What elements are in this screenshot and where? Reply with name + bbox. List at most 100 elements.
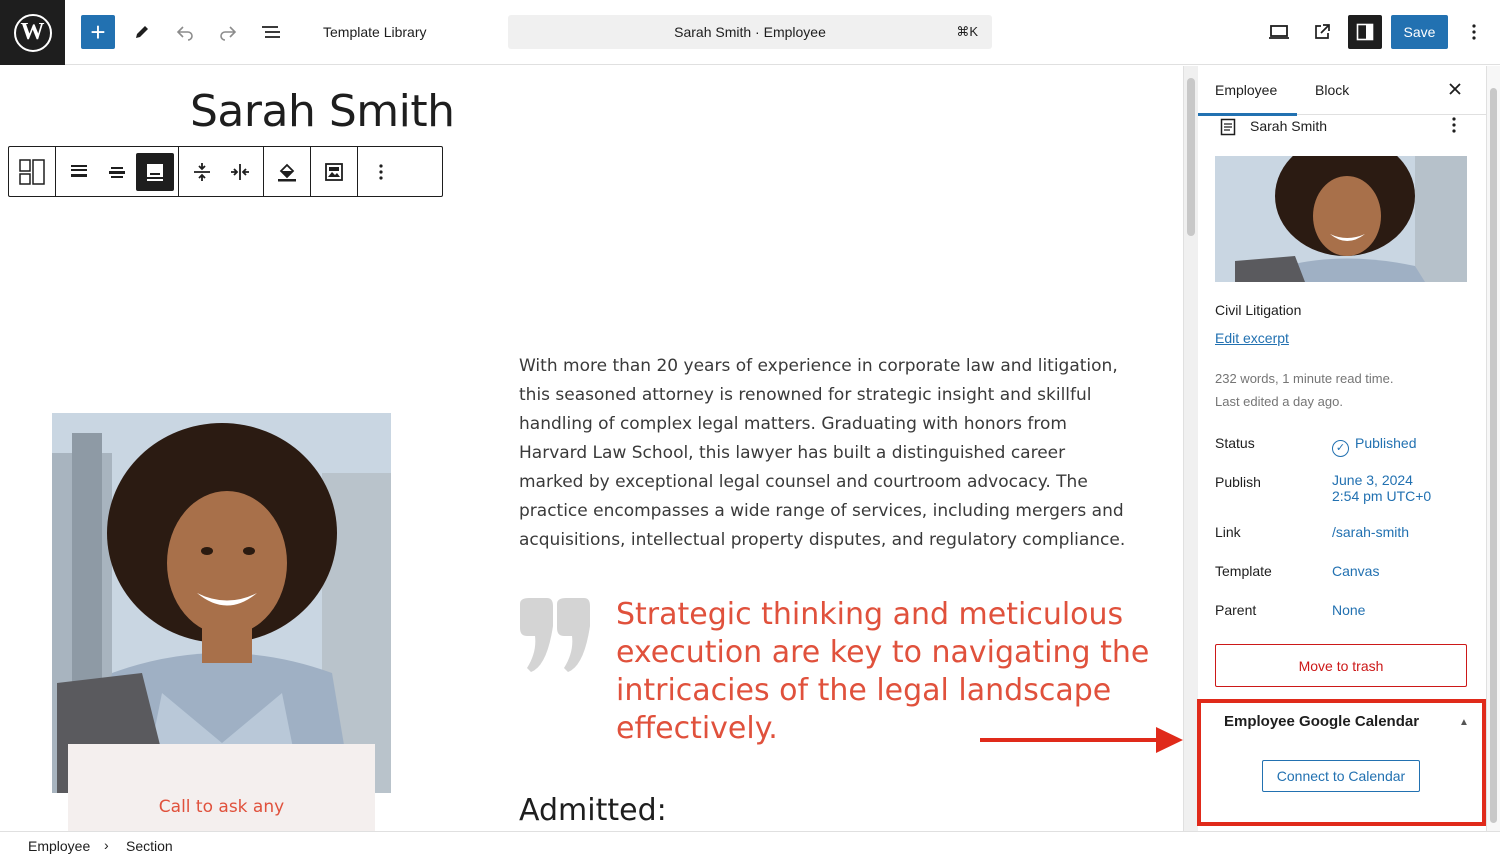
chevron-right-icon: ›: [104, 837, 109, 853]
media-group: [311, 147, 358, 196]
align-top-icon: [71, 164, 87, 177]
align-top-button[interactable]: [60, 153, 98, 191]
view-button[interactable]: [1262, 15, 1296, 49]
more-vertical-icon: [1452, 117, 1456, 133]
desktop-view-icon: [1269, 25, 1289, 39]
tab-block[interactable]: Block: [1315, 82, 1349, 98]
paint-bucket-icon: [278, 163, 296, 181]
page-title[interactable]: Sarah Smith: [190, 86, 455, 137]
sidebar-tabs: Employee Block: [1198, 66, 1500, 116]
active-tab-indicator: [1198, 113, 1297, 116]
cta-text[interactable]: Call to ask any: [68, 797, 375, 817]
quote-mark-icon: [520, 598, 590, 672]
settings-panel-button[interactable]: [1348, 15, 1382, 49]
plus-icon: +: [90, 17, 106, 47]
redo-icon: [220, 26, 237, 41]
check-circle-icon: ✓: [1332, 440, 1349, 457]
sidebar-toggle-icon: [1356, 23, 1374, 41]
document-icon: [1220, 118, 1236, 136]
editor-canvas[interactable]: Sarah Smith Call to ask any With more th…: [0, 66, 1183, 831]
template-label: Template: [1215, 563, 1272, 579]
image-icon: [325, 162, 343, 181]
portrait-illustration: [52, 413, 391, 793]
employee-google-calendar-panel: Employee Google Calendar ▲ Connect to Ca…: [1197, 699, 1486, 826]
more-vertical-icon: [379, 163, 383, 180]
block-options-button[interactable]: [362, 153, 400, 191]
options-button[interactable]: [1457, 15, 1491, 49]
stretch-vertical-icon: [194, 162, 210, 181]
parent-label: Parent: [1215, 602, 1257, 618]
breadcrumb-section[interactable]: Section: [126, 838, 173, 854]
move-to-trash-button[interactable]: Move to trash: [1215, 644, 1467, 687]
undo-icon: [176, 26, 193, 41]
canvas-scrollbar-thumb[interactable]: [1187, 78, 1195, 236]
close-sidebar-button[interactable]: [1448, 80, 1462, 101]
tools-button[interactable]: [125, 15, 159, 49]
more-vertical-icon: [1472, 24, 1476, 40]
replace-image-button[interactable]: [315, 153, 353, 191]
connect-to-calendar-button[interactable]: Connect to Calendar: [1262, 760, 1420, 792]
close-icon: [1449, 83, 1461, 95]
parent-value[interactable]: None: [1332, 602, 1365, 618]
align-middle-icon: [109, 166, 125, 178]
block-breadcrumb: Employee › Section: [0, 831, 1500, 858]
align-bottom-icon: [147, 163, 163, 181]
collapse-panel-icon[interactable]: ▲: [1459, 717, 1469, 728]
view-post-button[interactable]: [1305, 15, 1339, 49]
add-block-button[interactable]: +: [81, 15, 115, 49]
template-value[interactable]: Canvas: [1332, 563, 1379, 579]
align-bottom-button[interactable]: [136, 152, 174, 191]
admitted-heading[interactable]: Admitted:: [519, 793, 667, 828]
command-palette-bar[interactable]: Sarah Smith · Employee ⌘K: [508, 15, 992, 49]
tab-employee[interactable]: Employee: [1215, 82, 1277, 98]
alignment-group: [56, 147, 179, 196]
publish-value[interactable]: June 3, 2024 2:54 pm UTC+0: [1332, 472, 1431, 504]
template-library-label[interactable]: Template Library: [323, 24, 427, 40]
status-value[interactable]: ✓ Published: [1332, 435, 1417, 457]
horizontal-spacing-button[interactable]: [221, 153, 259, 191]
featured-image-illustration: [1215, 156, 1467, 282]
featured-image[interactable]: [1215, 156, 1467, 282]
external-link-icon: [1315, 24, 1330, 39]
options-group: [358, 147, 404, 196]
command-shortcut: ⌘K: [956, 24, 978, 39]
breadcrumb-employee[interactable]: Employee: [28, 838, 90, 854]
save-button[interactable]: Save: [1391, 15, 1448, 49]
cta-card: Call to ask any: [68, 744, 375, 831]
wordpress-logo-button[interactable]: W: [0, 0, 65, 65]
employee-portrait-image[interactable]: [52, 413, 391, 793]
canvas-scrollbar[interactable]: [1183, 66, 1198, 831]
columns-layout-icon: [19, 158, 45, 185]
color-group: [264, 147, 311, 196]
bio-paragraph[interactable]: With more than 20 years of experience in…: [519, 352, 1129, 555]
publish-date: June 3, 2024: [1332, 472, 1413, 488]
publish-label: Publish: [1215, 474, 1261, 490]
vertical-spacing-button[interactable]: [183, 153, 221, 191]
spacing-group: [179, 147, 264, 196]
red-arrow-annotation: [980, 727, 1183, 753]
link-label: Link: [1215, 524, 1241, 540]
align-middle-button[interactable]: [98, 153, 136, 191]
wordpress-logo-icon: W: [13, 13, 52, 52]
word-count: 232 words, 1 minute read time.: [1215, 371, 1394, 386]
edit-excerpt-link[interactable]: Edit excerpt: [1215, 330, 1289, 346]
link-value[interactable]: /sarah-smith: [1332, 524, 1409, 540]
sidebar-scrollbar[interactable]: [1486, 66, 1500, 831]
document-overview-button[interactable]: [254, 15, 288, 49]
post-actions-button[interactable]: [1451, 116, 1457, 139]
command-title: Sarah Smith · Employee: [674, 24, 826, 40]
last-edited: Last edited a day ago.: [1215, 394, 1343, 409]
gcal-panel-title[interactable]: Employee Google Calendar: [1224, 711, 1424, 732]
post-meta: 232 words, 1 minute read time. Last edit…: [1215, 367, 1393, 413]
sidebar-scrollbar-thumb[interactable]: [1490, 88, 1497, 823]
list-view-icon: [262, 26, 280, 38]
category-label: Civil Litigation: [1215, 302, 1302, 318]
block-type-button[interactable]: [13, 153, 51, 191]
status-label: Status: [1215, 435, 1255, 451]
pencil-icon: [136, 26, 148, 38]
top-toolbar: W + Template Library Sarah Smith · Emplo…: [0, 0, 1500, 65]
redo-button[interactable]: [211, 15, 245, 49]
undo-button[interactable]: [168, 15, 202, 49]
fill-color-button[interactable]: [268, 153, 306, 191]
block-type-group: [9, 147, 56, 196]
